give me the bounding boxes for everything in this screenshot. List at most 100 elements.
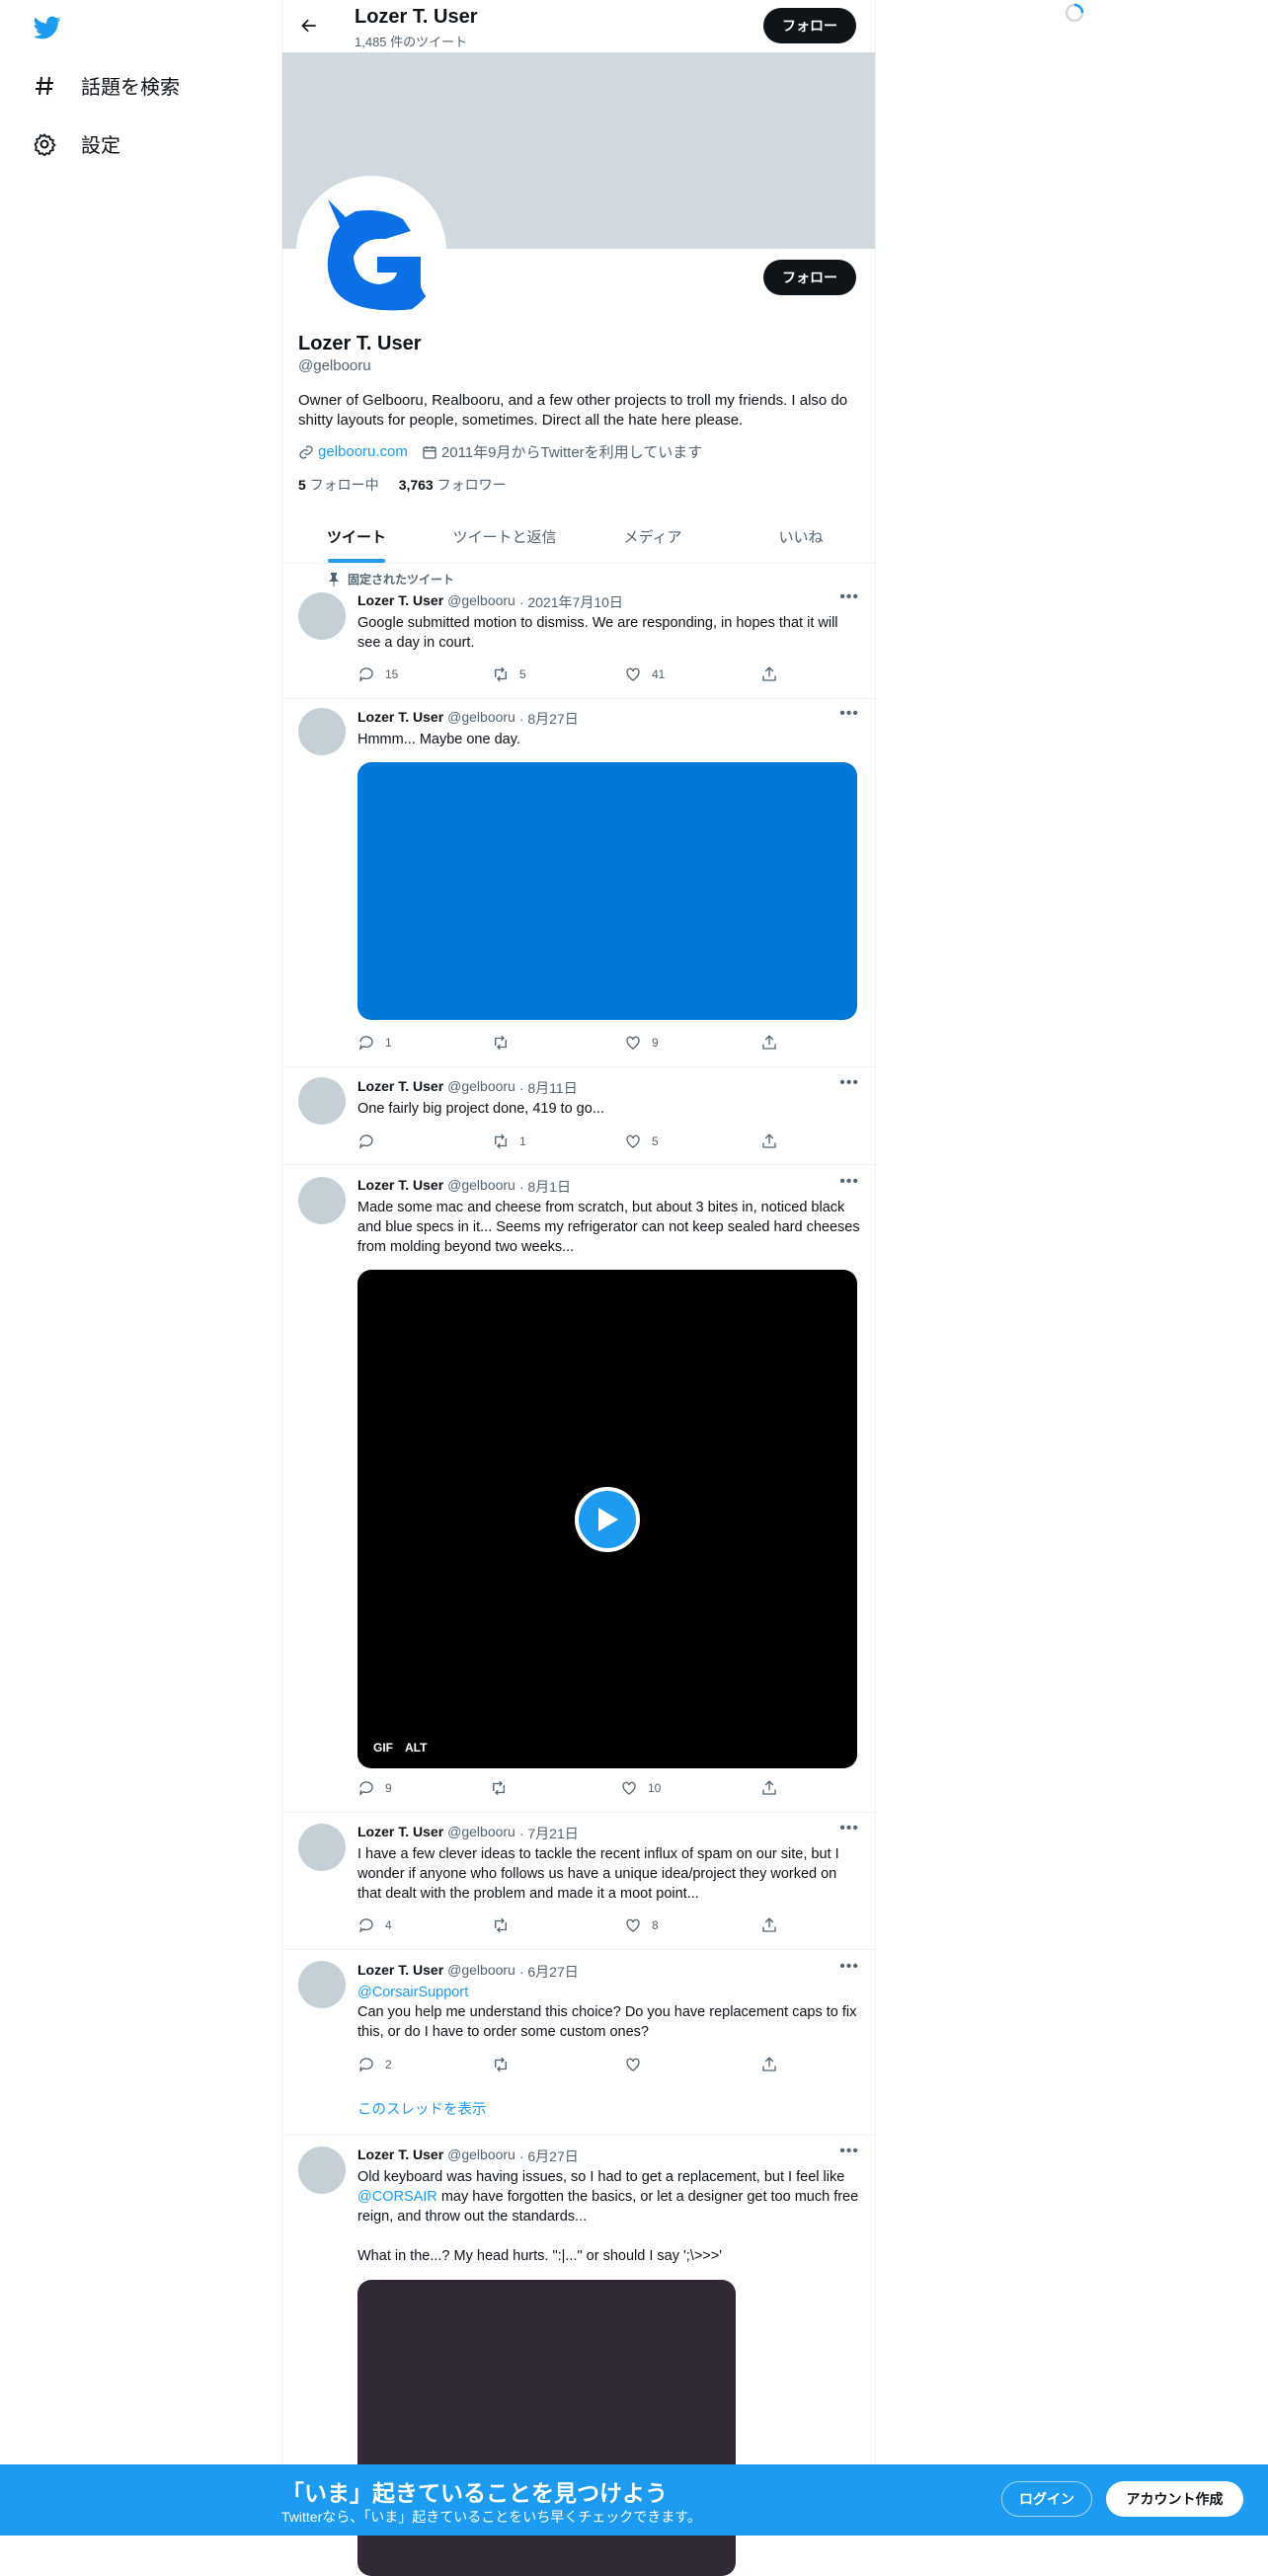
alt-badge[interactable]: ALT [405, 1741, 427, 1755]
tab-tweets[interactable]: ツイート [282, 510, 431, 563]
tweet-avatar[interactable] [298, 592, 346, 640]
share-button[interactable] [760, 1034, 778, 1052]
more-options-icon[interactable]: ••• [839, 1958, 859, 1976]
reply-icon [358, 1781, 373, 1796]
link-icon [299, 444, 313, 459]
tweet-mention[interactable]: @CorsairSupport [357, 1983, 861, 2002]
nav-settings[interactable]: 設定 [32, 129, 120, 158]
tweet[interactable]: Lozer T. User @gelbooru · 8月27日 ••• Hmmm… [282, 698, 875, 1067]
share-button[interactable] [760, 665, 778, 683]
tweet-author-handle[interactable]: @gelbooru [447, 709, 515, 729]
profile-avatar[interactable] [296, 176, 446, 326]
hashtag-icon [32, 73, 57, 99]
heart-icon [626, 1134, 640, 1148]
tweet-author-handle[interactable]: @gelbooru [447, 592, 515, 612]
tweet-gif[interactable]: GIF ALT [357, 1270, 857, 1768]
reply-button[interactable]: 1 [357, 1034, 492, 1052]
create-account-button[interactable]: アカウント作成 [1106, 2481, 1243, 2517]
tweet-actions: 9 10 [357, 1779, 792, 1797]
tweet-author-handle[interactable]: @gelbooru [447, 1078, 515, 1098]
follow-button[interactable]: フォロー [763, 260, 856, 295]
tweet-date[interactable]: · 6月27日 [519, 1962, 579, 1982]
more-options-icon[interactable]: ••• [839, 1173, 859, 1191]
retweet-button[interactable]: 1 [492, 1132, 624, 1150]
retweet-button[interactable] [490, 1779, 620, 1797]
tweet-author-handle[interactable]: @gelbooru [447, 1177, 515, 1197]
pinned-text: 固定されたツイート [348, 573, 455, 586]
tweet-date[interactable]: · 8月11日 [519, 1078, 578, 1098]
retweet-count: 1 [519, 1134, 526, 1148]
tweet[interactable]: Lozer T. User @gelbooru · 6月27日 ••• @Cor… [282, 1949, 875, 2136]
tweet[interactable]: Lozer T. User @gelbooru · 8月11日 ••• One … [282, 1066, 875, 1165]
tweet-avatar[interactable] [298, 1961, 346, 2008]
retweet-button[interactable] [492, 1034, 624, 1052]
tweet-author-name[interactable]: Lozer T. User [357, 1177, 443, 1197]
tweet-date[interactable]: · 8月27日 [519, 709, 579, 729]
reply-button[interactable]: 9 [357, 1779, 490, 1797]
tweet-date[interactable]: · 8月1日 [519, 1177, 571, 1197]
tweet-author-name[interactable]: Lozer T. User [357, 592, 443, 612]
tweet-date[interactable]: · 6月27日 [519, 2147, 579, 2166]
tweet-date[interactable]: · 2021年7月10日 [519, 592, 623, 612]
reply-count: 2 [385, 2058, 392, 2071]
tweet-image[interactable] [357, 762, 857, 1020]
tweet-header: Lozer T. User @gelbooru · 2021年7月10日 [357, 592, 623, 612]
tweet-avatar[interactable] [298, 1824, 346, 1871]
share-button[interactable] [760, 1916, 778, 1934]
retweet-button[interactable]: 5 [492, 665, 624, 683]
twitter-logo-icon[interactable] [32, 14, 63, 41]
like-button[interactable] [624, 2056, 760, 2073]
reply-button[interactable] [357, 1132, 492, 1150]
reply-button[interactable]: 4 [357, 1916, 492, 1934]
more-options-icon[interactable]: ••• [839, 2143, 859, 2160]
more-options-icon[interactable]: ••• [839, 1074, 859, 1092]
more-options-icon[interactable]: ••• [839, 1820, 859, 1837]
reply-button[interactable]: 15 [357, 665, 492, 683]
website-link[interactable]: gelbooru.com [318, 443, 408, 460]
tweet-author-name[interactable]: Lozer T. User [357, 709, 443, 729]
followers-stat[interactable]: 3,763 フォロワー [399, 475, 507, 495]
like-button[interactable]: 41 [624, 665, 760, 683]
header-follow-button[interactable]: フォロー [763, 8, 856, 43]
tweet-author-handle[interactable]: @gelbooru [447, 2147, 515, 2166]
share-button[interactable] [760, 1132, 778, 1150]
tweet-author-name[interactable]: Lozer T. User [357, 1078, 443, 1098]
tweet-avatar[interactable] [298, 2147, 346, 2194]
share-button[interactable] [760, 2056, 778, 2073]
show-thread-link[interactable]: このスレッドを表示 [357, 2098, 487, 2119]
more-options-icon[interactable]: ••• [839, 705, 859, 723]
share-icon [762, 1035, 776, 1050]
tweet-avatar[interactable] [298, 1177, 346, 1224]
tweet-author-name[interactable]: Lozer T. User [357, 2147, 443, 2166]
tweet[interactable]: Lozer T. User @gelbooru · 7月21日 ••• I ha… [282, 1812, 875, 1950]
tab-media[interactable]: メディア [579, 510, 727, 563]
tweet-date[interactable]: · 7月21日 [519, 1824, 579, 1843]
nav-explore[interactable]: 話題を検索 [32, 71, 180, 100]
share-button[interactable] [760, 1779, 778, 1797]
reply-button[interactable]: 2 [357, 2056, 492, 2073]
like-button[interactable]: 9 [624, 1034, 760, 1052]
login-button[interactable]: ログイン [1001, 2481, 1092, 2517]
like-button[interactable]: 5 [624, 1132, 760, 1150]
tweet-mention[interactable]: @CORSAIR [357, 2189, 437, 2205]
tweet-author-handle[interactable]: @gelbooru [447, 1962, 515, 1982]
tab-tweets-replies[interactable]: ツイートと返信 [431, 510, 579, 563]
retweet-button[interactable] [492, 2056, 624, 2073]
back-button[interactable] [296, 13, 322, 39]
followers-count: 3,763 [398, 477, 434, 493]
tab-likes[interactable]: いいね [727, 510, 875, 563]
like-count: 8 [652, 1918, 659, 1932]
pin-icon [329, 572, 339, 586]
like-button[interactable]: 10 [620, 1779, 760, 1797]
play-button[interactable] [575, 1486, 640, 1552]
tweet-author-name[interactable]: Lozer T. User [357, 1824, 443, 1843]
tweet-avatar[interactable] [298, 1077, 346, 1125]
tweet-avatar[interactable] [298, 708, 346, 755]
like-button[interactable]: 8 [624, 1916, 760, 1934]
tweet-author-handle[interactable]: @gelbooru [447, 1824, 515, 1843]
retweet-button[interactable] [492, 1916, 624, 1934]
more-options-icon[interactable]: ••• [839, 588, 859, 606]
following-stat[interactable]: 5 フォロー中 [298, 475, 379, 495]
tweet[interactable]: Lozer T. User @gelbooru · 8月1日 ••• Made … [282, 1164, 875, 1813]
tweet-author-name[interactable]: Lozer T. User [357, 1962, 443, 1982]
